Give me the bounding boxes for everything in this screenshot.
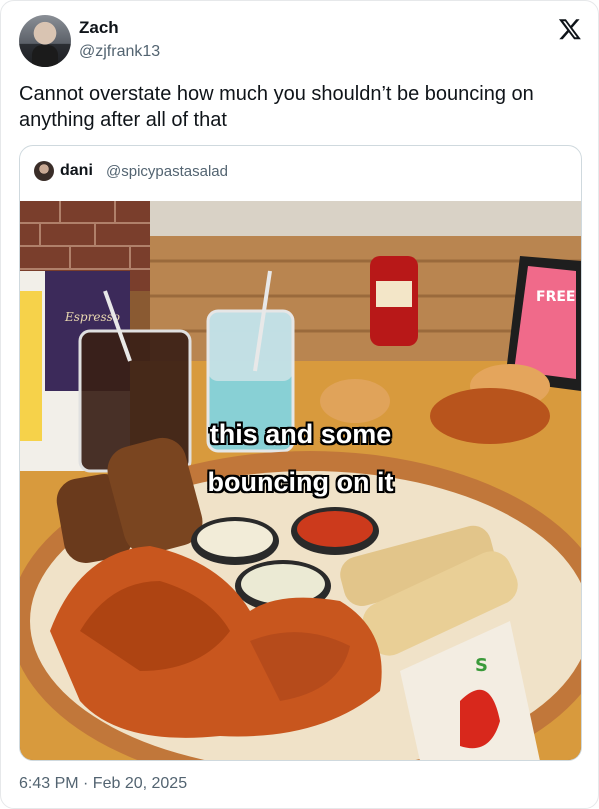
svg-text:S: S [475, 655, 488, 676]
photo-caption-line1: this and some [209, 419, 392, 449]
tweet-header: Zach @zjfrank13 [19, 15, 584, 67]
quoted-tweet[interactable]: dani @spicypastasalad Espresso FREE S th… [19, 145, 582, 761]
quote-photo[interactable]: Espresso FREE S this and some bouncing o… [20, 201, 581, 760]
tweet-card: Zach @zjfrank13 Cannot overstate how muc… [0, 0, 599, 809]
photo-caption-line2: bouncing on it [207, 467, 394, 497]
quote-avatar[interactable] [34, 161, 54, 181]
x-logo-icon[interactable] [558, 17, 582, 41]
author-handle[interactable]: @zjfrank13 [79, 43, 160, 61]
tweet-text: Cannot overstate how much you shouldn’t … [19, 83, 534, 131]
timestamp[interactable]: 6:43 PM · Feb 20, 2025 [19, 775, 187, 793]
avatar[interactable] [19, 15, 71, 67]
author-name[interactable]: Zach [79, 18, 119, 38]
quote-author-handle[interactable]: @spicypastasalad [106, 163, 228, 180]
svg-text:FREE: FREE [536, 289, 575, 305]
quote-author-name[interactable]: dani [60, 162, 93, 180]
